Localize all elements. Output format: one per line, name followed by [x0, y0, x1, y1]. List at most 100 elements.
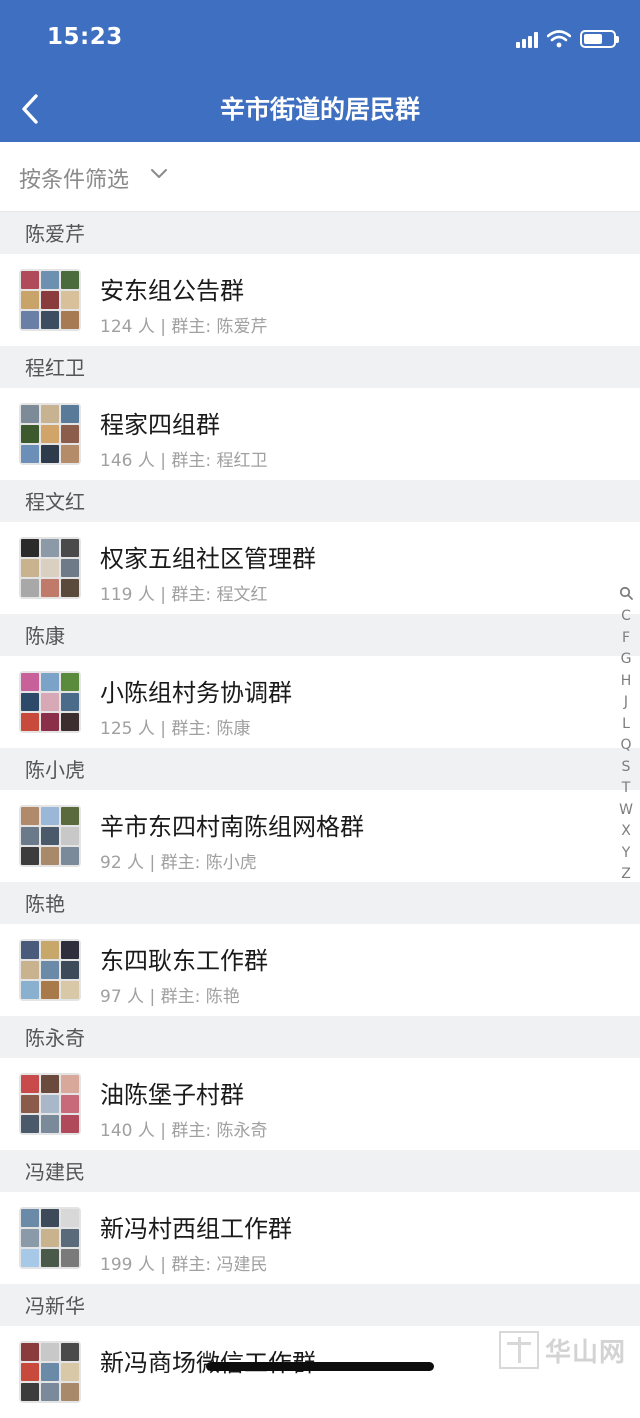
member-avatar-tile [21, 981, 39, 999]
member-avatar-tile [61, 1343, 79, 1361]
member-avatar-tile [61, 713, 79, 731]
member-avatar-tile [61, 827, 79, 845]
group-row[interactable]: 安东组公告群 124 人 | 群主: 陈爱芹 [0, 254, 640, 346]
member-avatar-tile [41, 291, 59, 309]
member-avatar-tile [21, 425, 39, 443]
member-avatar-tile [41, 1229, 59, 1247]
group-meta: 146 人 | 群主: 程红卫 [100, 451, 268, 471]
filter-bar[interactable]: 按条件筛选 [0, 142, 640, 212]
group-row[interactable]: 程家四组群 146 人 | 群主: 程红卫 [0, 388, 640, 480]
group-meta: 119 人 | 群主: 程文红 [100, 585, 268, 605]
index-letter[interactable]: T [622, 778, 631, 800]
section-header: 程文红 [0, 480, 640, 522]
member-avatar-tile [61, 847, 79, 865]
index-letter[interactable]: F [622, 628, 630, 650]
member-avatar-tile [21, 847, 39, 865]
group-row[interactable]: 东四耿东工作群 97 人 | 群主: 陈艳 [0, 924, 640, 1016]
group-name: 东四耿东工作群 [100, 947, 268, 975]
member-avatar-tile [61, 673, 79, 691]
group-avatar [19, 1341, 81, 1403]
watermark-logo [498, 1331, 539, 1369]
member-avatar-tile [61, 1095, 79, 1113]
group-meta: 97 人 | 群主: 陈艳 [100, 987, 240, 1007]
group-avatar [19, 671, 81, 733]
group-avatar [19, 1073, 81, 1135]
member-avatar-tile [21, 807, 39, 825]
member-avatar-tile [21, 445, 39, 463]
member-avatar-tile [61, 425, 79, 443]
index-letter[interactable]: J [624, 692, 628, 714]
index-letter[interactable]: H [621, 671, 632, 693]
member-avatar-tile [21, 673, 39, 691]
cellular-signal-icon [516, 30, 538, 48]
member-avatar-tile [41, 1363, 59, 1381]
index-letter[interactable]: G [621, 649, 632, 671]
top-bar: 15:23 辛市街道的居民群 [0, 0, 640, 142]
member-avatar-tile [61, 445, 79, 463]
index-letter[interactable]: Y [622, 843, 631, 865]
member-avatar-tile [61, 559, 79, 577]
member-avatar-tile [21, 1075, 39, 1093]
status-icons [516, 28, 619, 50]
member-avatar-tile [61, 1209, 79, 1227]
section-header: 陈爱芹 [0, 212, 640, 254]
member-avatar-tile [41, 1115, 59, 1133]
page-title: 辛市街道的居民群 [219, 95, 420, 124]
group-meta: 125 人 | 群主: 陈康 [100, 719, 251, 739]
section-header: 程红卫 [0, 346, 640, 388]
member-avatar-tile [21, 1209, 39, 1227]
member-avatar-tile [61, 807, 79, 825]
member-avatar-tile [21, 1229, 39, 1247]
index-letter[interactable]: W [619, 800, 633, 822]
member-avatar-tile [21, 1095, 39, 1113]
member-avatar-tile [21, 941, 39, 959]
group-name: 新冯村西组工作群 [100, 1215, 292, 1243]
wifi-icon [547, 30, 571, 48]
member-avatar-tile [61, 1115, 79, 1133]
group-row[interactable]: 油陈堡子村群 140 人 | 群主: 陈永奇 [0, 1058, 640, 1150]
member-avatar-tile [41, 1095, 59, 1113]
section-header: 冯新华 [0, 1284, 640, 1326]
index-letter[interactable]: Z [621, 864, 631, 886]
member-avatar-tile [41, 713, 59, 731]
member-avatar-tile [21, 311, 39, 329]
group-meta: 124 人 | 群主: 陈爱芹 [100, 317, 268, 337]
group-avatar [19, 403, 81, 465]
group-list: 陈爱芹 安东组公告群 124 人 | 群主: 陈爱芹 程红卫程家四组群 146 人 | … [0, 212, 640, 1418]
member-avatar-tile [41, 405, 59, 423]
alphabet-index[interactable]: CFGHJLQSTWXYZ [618, 584, 634, 886]
member-avatar-tile [41, 847, 59, 865]
group-row[interactable]: 小陈组村务协调群 125 人 | 群主: 陈康 [0, 656, 640, 748]
group-row[interactable]: 权家五组社区管理群 119 人 | 群主: 程文红 [0, 522, 640, 614]
member-avatar-tile [61, 961, 79, 979]
group-row[interactable]: 辛市东四村南陈组网格群 92 人 | 群主: 陈小虎 [0, 790, 640, 882]
member-avatar-tile [41, 827, 59, 845]
member-avatar-tile [41, 1383, 59, 1401]
member-avatar-tile [61, 1249, 79, 1267]
member-avatar-tile [61, 291, 79, 309]
index-letter[interactable]: C [621, 606, 631, 628]
watermark: 华山网 [498, 1331, 626, 1369]
magnifier-icon[interactable] [619, 584, 633, 602]
index-letter[interactable]: L [622, 714, 630, 736]
member-avatar-tile [41, 941, 59, 959]
member-avatar-tile [21, 1343, 39, 1361]
member-avatar-tile [61, 311, 79, 329]
index-letter[interactable]: X [621, 821, 631, 843]
status-time: 15:23 [47, 24, 123, 50]
member-avatar-tile [61, 1229, 79, 1247]
index-letter[interactable]: S [622, 757, 631, 779]
member-avatar-tile [21, 1383, 39, 1401]
member-avatar-tile [61, 693, 79, 711]
filter-label: 按条件筛选 [19, 168, 130, 193]
group-name: 程家四组群 [100, 411, 220, 439]
index-letter[interactable]: Q [620, 735, 631, 757]
member-avatar-tile [61, 981, 79, 999]
group-name: 新冯商场微信工作群 [100, 1343, 316, 1378]
section-header: 冯建民 [0, 1150, 640, 1192]
member-avatar-tile [61, 405, 79, 423]
member-avatar-tile [41, 1075, 59, 1093]
group-name: 辛市东四村南陈组网格群 [100, 813, 364, 841]
battery-icon [580, 30, 619, 48]
group-row[interactable]: 新冯村西组工作群 199 人 | 群主: 冯建民 [0, 1192, 640, 1284]
